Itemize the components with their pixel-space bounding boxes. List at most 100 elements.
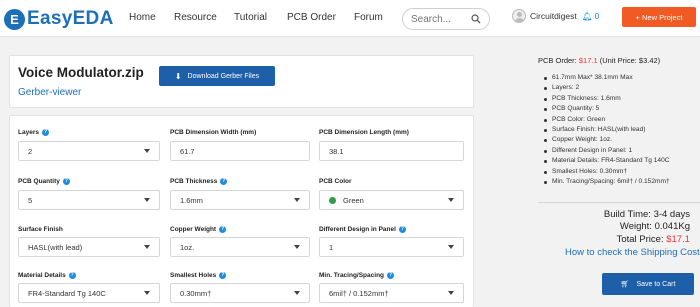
copper-weight-label: Copper Weight?	[170, 226, 227, 233]
color-label: PCB Color	[319, 178, 352, 185]
search-icon[interactable]	[471, 14, 481, 24]
chevron-down-icon	[448, 291, 454, 295]
tracing-label: Min. Tracing/Spacing?	[319, 272, 395, 279]
green-swatch-icon	[329, 197, 336, 205]
download-icon: ⬇︎	[174, 71, 182, 81]
pcb-width-input[interactable]: 61.7	[170, 141, 310, 161]
nav-resource[interactable]: Resource	[174, 12, 217, 23]
list-item: Different Design in Panel: 1	[543, 146, 698, 156]
pcb-width-value: 61.7	[180, 146, 195, 156]
holes-select[interactable]: 0.30mm†	[170, 283, 310, 303]
chevron-down-icon	[294, 245, 300, 249]
help-icon[interactable]: ?	[219, 226, 227, 233]
quantity-value: 5	[28, 195, 33, 205]
chevron-down-icon	[144, 291, 150, 295]
cart-icon: 🛒︎	[620, 281, 630, 288]
help-icon[interactable]: ?	[62, 178, 70, 185]
nav-home[interactable]: Home	[129, 12, 156, 23]
total-price-row: Total Price: $17.1	[616, 234, 690, 245]
pcb-width-label: PCB Dimension Width (mm)	[170, 129, 257, 136]
order-price-line: PCB Order: $17.1 (Unit Price: $3.42)	[538, 56, 660, 65]
holes-label: Smallest Holes?	[170, 272, 227, 279]
layers-select[interactable]: 2	[18, 141, 160, 161]
material-select[interactable]: FR4-Standard Tg 140C	[18, 283, 160, 303]
build-time-row: Build Time: 3-4 days	[603, 209, 690, 220]
list-item: Min. Tracing/Spacing: 6mil† / 0.152mm†	[543, 177, 698, 187]
order-spec-list: 61.7mm Max* 38.1mm Max Layers: 2 PCB Thi…	[543, 73, 698, 187]
chevron-down-icon	[144, 245, 150, 249]
list-item: PCB Thickness: 1.6mm	[543, 94, 698, 104]
color-select[interactable]: Green	[319, 190, 464, 210]
designs-value: 1	[329, 242, 334, 252]
total-price-value: $17.1	[666, 234, 690, 245]
list-item: PCB Quantity: 5	[543, 104, 698, 114]
easyeda-logo[interactable]: E EasyEDA	[4, 8, 114, 30]
chevron-down-icon	[294, 198, 300, 202]
order-price: $17.1	[578, 56, 598, 65]
help-icon[interactable]: ?	[219, 272, 227, 279]
pcb-length-input[interactable]: 38.1	[319, 141, 464, 161]
help-icon[interactable]: ?	[68, 272, 76, 279]
new-project-button[interactable]: + New Project	[622, 7, 696, 27]
copper-weight-value: 1oz.	[180, 242, 195, 252]
quantity-label: PCB Quantity?	[18, 178, 70, 185]
nav-forum[interactable]: Forum	[354, 12, 383, 23]
search-input[interactable]	[411, 13, 469, 25]
material-value: FR4-Standard Tg 140C	[28, 288, 106, 298]
divider	[538, 202, 700, 203]
list-item: Material Details: FR4-Standard Tg 140C	[543, 156, 698, 166]
top-header: E EasyEDA Home Resource Tutorial PCB Ord…	[0, 0, 700, 37]
surface-finish-label: Surface Finish	[18, 226, 63, 233]
quantity-select[interactable]: 5	[18, 190, 160, 210]
save-to-cart-button[interactable]: 🛒︎ Save to Cart	[602, 273, 694, 295]
build-time-value: 3-4 days	[653, 209, 690, 220]
download-gerber-button[interactable]: ⬇︎ Download Gerber Files	[159, 66, 275, 86]
search-box[interactable]	[402, 8, 490, 30]
color-value: Green	[343, 195, 364, 205]
thickness-value: 1.6mm	[180, 195, 203, 205]
logo-icon: E	[4, 8, 25, 30]
chevron-down-icon	[448, 245, 454, 249]
avatar[interactable]	[512, 9, 526, 23]
order-prefix: PCB Order:	[538, 56, 577, 65]
shipping-cost-link[interactable]: How to check the Shipping Cost	[565, 247, 700, 258]
designs-label: Different Design in Panel?	[319, 226, 406, 233]
thickness-select[interactable]: 1.6mm	[170, 190, 310, 210]
tracing-select[interactable]: 6mil† / 0.152mm†	[319, 283, 464, 303]
username[interactable]: Circuitdigest	[530, 11, 577, 21]
weight-row: Weight: 0.041Kg	[619, 221, 690, 232]
help-icon[interactable]: ?	[220, 178, 228, 185]
unit-price: (Unit Price: $3.42)	[599, 56, 661, 65]
notification-count[interactable]: 0	[595, 11, 600, 21]
material-label: Material Details?	[18, 272, 76, 279]
designs-select[interactable]: 1	[319, 237, 464, 257]
download-gerber-label: Download Gerber Files	[187, 72, 260, 80]
copper-weight-select[interactable]: 1oz.	[170, 237, 310, 257]
tracing-value: 6mil† / 0.152mm†	[329, 288, 389, 298]
chevron-down-icon	[144, 149, 150, 153]
list-item: Layers: 2	[543, 83, 698, 93]
thickness-label: PCB Thickness?	[170, 178, 228, 185]
list-item: 61.7mm Max* 38.1mm Max	[543, 73, 698, 83]
bell-icon[interactable]: 🔔︎	[582, 11, 593, 22]
list-item: Copper Weight: 1oz.	[543, 135, 698, 145]
logo-text: EasyEDA	[27, 8, 114, 29]
layers-value: 2	[28, 146, 33, 156]
nav-pcb-order[interactable]: PCB Order	[287, 12, 336, 23]
gerber-viewer-link[interactable]: Gerber-viewer	[18, 87, 81, 98]
holes-value: 0.30mm†	[180, 288, 212, 298]
list-item: Smallest Holes: 0.30mm†	[543, 167, 698, 177]
surface-finish-value: HASL(with lead)	[28, 242, 83, 252]
surface-finish-select[interactable]: HASL(with lead)	[18, 237, 160, 257]
chevron-down-icon	[144, 198, 150, 202]
page-title: Voice Modulator.zip	[18, 65, 144, 80]
help-icon[interactable]: ?	[398, 226, 406, 233]
save-to-cart-label: Save to Cart	[636, 280, 676, 288]
weight-value: 0.041Kg	[654, 221, 690, 232]
user-menu[interactable]: Circuitdigest 🔔︎ 0	[512, 9, 599, 23]
help-icon[interactable]: ?	[387, 272, 395, 279]
chevron-down-icon	[294, 291, 300, 295]
layers-label: Layers?	[18, 129, 49, 136]
nav-tutorial[interactable]: Tutorial	[234, 12, 267, 23]
help-icon[interactable]: ?	[41, 129, 49, 136]
